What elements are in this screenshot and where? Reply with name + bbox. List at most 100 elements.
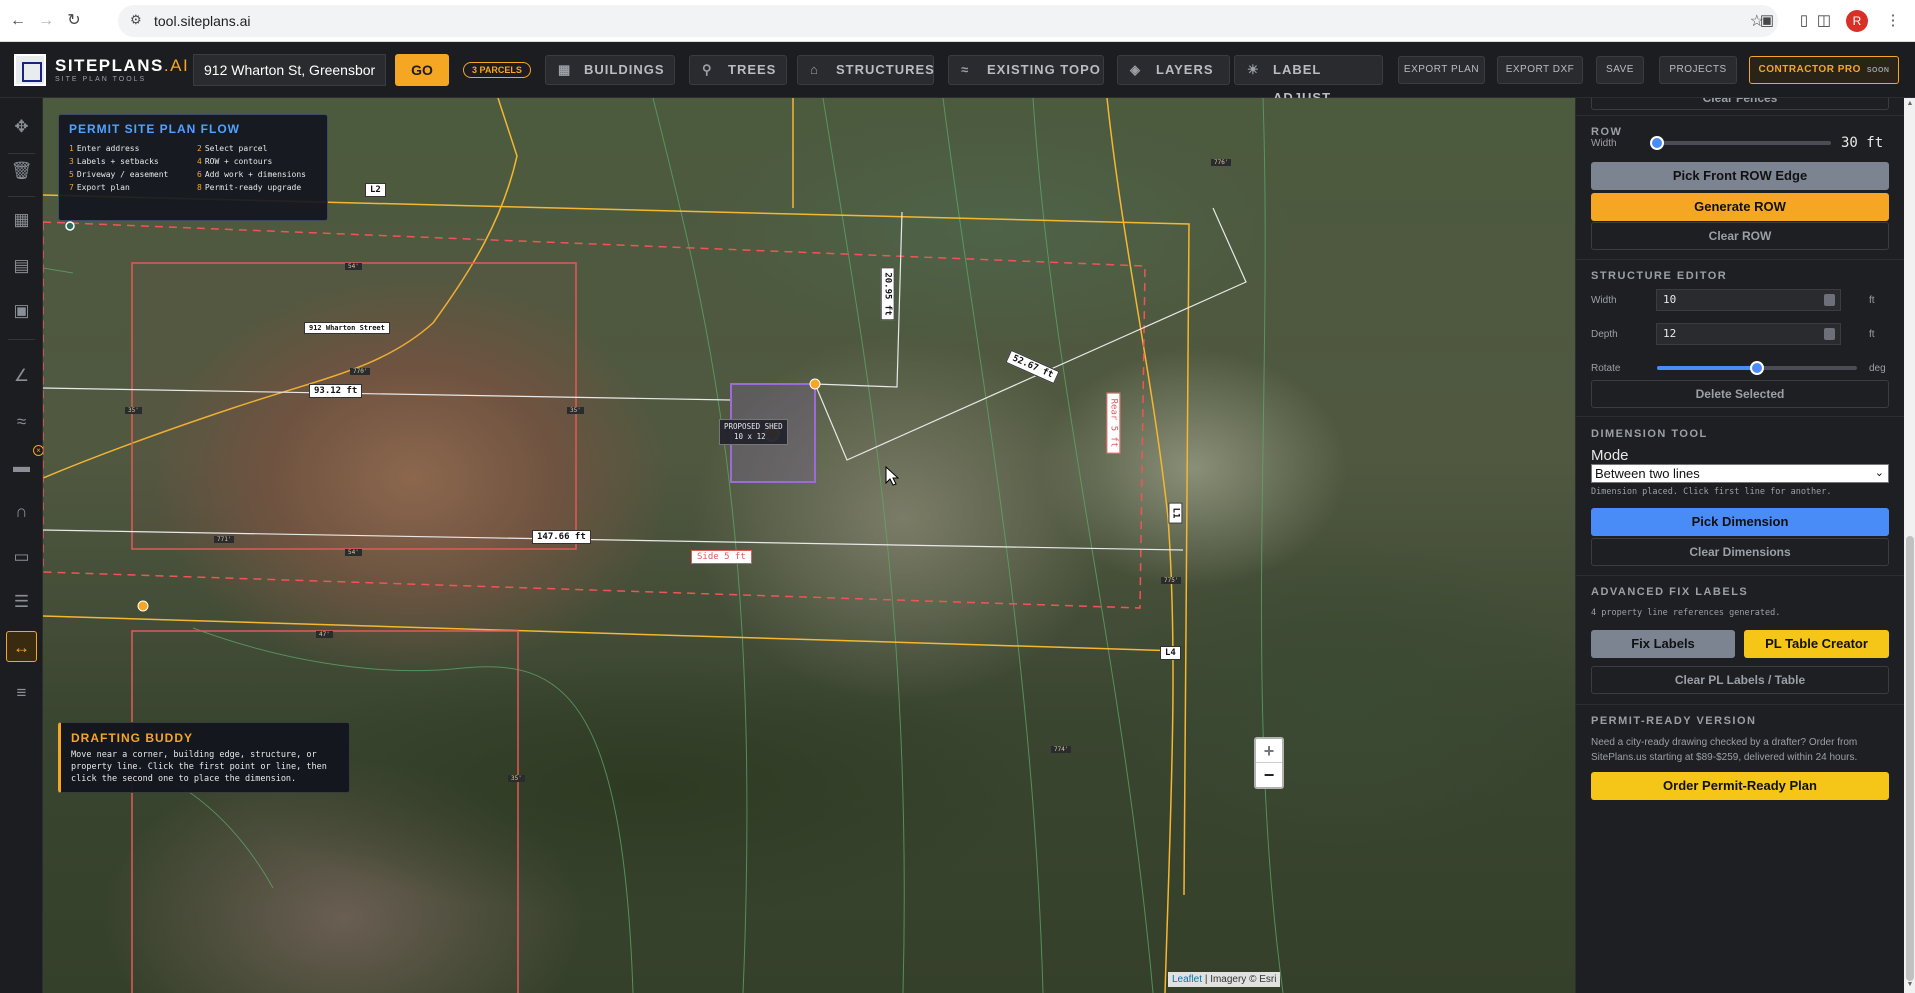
contour-label: 774' xyxy=(1051,746,1072,753)
trash-icon[interactable]: 🗑 xyxy=(6,155,37,186)
section-divider xyxy=(1576,575,1904,576)
flow-step-text: Enter address xyxy=(76,144,140,153)
fix-labels-button[interactable]: Fix Labels xyxy=(1591,630,1735,658)
export-plan-button[interactable]: EXPORT PLAN xyxy=(1398,56,1485,84)
clear-fences-button[interactable]: Clear Fences xyxy=(1591,98,1889,110)
zoom-in-button[interactable]: + xyxy=(1256,739,1282,763)
stepper-icon[interactable] xyxy=(1824,328,1835,340)
leaflet-link[interactable]: Leaflet xyxy=(1172,974,1202,985)
section-divider xyxy=(1576,259,1904,260)
pick-dimension-button[interactable]: Pick Dimension xyxy=(1591,508,1889,536)
address-input[interactable]: 912 Wharton St, Greensbor xyxy=(193,54,386,86)
contour-label: 776' xyxy=(1211,159,1232,166)
buddy-title: DRAFTING BUDDY xyxy=(71,731,193,745)
shed-corner-handle[interactable] xyxy=(809,378,821,390)
mode-select[interactable]: Between two lines ⌄ xyxy=(1591,464,1889,483)
trees-button[interactable]: ⚲ TREES xyxy=(689,55,787,85)
extensions-puzzle-icon[interactable]: ▯ xyxy=(1794,11,1814,31)
rear-setback-label[interactable]: Rear 5 ft xyxy=(1106,392,1121,454)
section-divider xyxy=(1576,115,1904,116)
dimension-label[interactable]: 93.12 ft xyxy=(309,384,363,398)
dimension-label[interactable]: 147.66 ft xyxy=(532,530,591,544)
map-canvas[interactable]: PERMIT SITE PLAN FLOW 1 Enter address 2 Se… xyxy=(43,98,1575,993)
clear-row-button[interactable]: Clear ROW xyxy=(1591,222,1889,250)
clear-pl-labels-button[interactable]: Clear PL Labels / Table xyxy=(1591,666,1889,694)
fence-tool-icon[interactable]: ☰ xyxy=(6,586,37,617)
back-arrow-icon[interactable]: ← xyxy=(8,11,28,31)
shed-size: 10 x 12 xyxy=(734,432,766,441)
contour-label: 47' xyxy=(316,631,333,638)
vertex-marker[interactable] xyxy=(65,221,75,231)
contour-label: 54' xyxy=(345,263,362,270)
document-icon[interactable]: ▤ xyxy=(6,250,37,281)
easement-tool-icon[interactable]: ▭ xyxy=(6,541,37,572)
rotate-slider[interactable] xyxy=(1657,361,1857,375)
labels-list-icon[interactable]: ≡ xyxy=(6,677,37,708)
rotate-slider-thumb[interactable] xyxy=(1750,361,1764,375)
order-permit-ready-button[interactable]: Order Permit-Ready Plan xyxy=(1591,772,1889,800)
clear-dimensions-button[interactable]: Clear Dimensions xyxy=(1591,538,1889,566)
depth-input[interactable]: 12 xyxy=(1656,323,1841,345)
shed-label[interactable]: PROPOSED SHED 10 x 12 xyxy=(719,419,788,445)
mode-select-value: Between two lines xyxy=(1595,466,1700,481)
generate-row-button[interactable]: Generate ROW xyxy=(1591,193,1889,221)
structures-button[interactable]: ⌂ STRUCTURES xyxy=(797,55,934,85)
dimension-label[interactable]: 20.95 ft xyxy=(880,267,895,321)
label-adjust-button[interactable]: ☀LABEL ADJUST xyxy=(1234,55,1383,105)
site-info-icon[interactable]: ⚙ xyxy=(130,12,142,28)
panel-scrollbar[interactable]: ▲ ▼ xyxy=(1904,98,1915,993)
scroll-up-icon[interactable]: ▲ xyxy=(1906,100,1914,108)
property-line-label[interactable]: L4 xyxy=(1160,646,1181,660)
zoom-out-button[interactable]: − xyxy=(1256,763,1282,787)
parcels-badge[interactable]: 3 PARCELS xyxy=(463,62,531,78)
contour-tool-icon[interactable]: ≈ xyxy=(6,406,37,437)
row-slider-thumb[interactable] xyxy=(1650,136,1664,150)
arch-tool-icon[interactable]: ∩ xyxy=(6,496,37,527)
move-tool-icon[interactable]: ✥ xyxy=(6,111,37,142)
row-section-title: ROW xyxy=(1591,126,1623,138)
layers-button[interactable]: ◈ LAYERS xyxy=(1117,55,1230,85)
layers-icon: ◈ xyxy=(1130,62,1141,77)
buildings-button[interactable]: ▦ BUILDINGS xyxy=(545,55,675,85)
reload-icon[interactable]: ↻ xyxy=(64,11,84,31)
delete-selected-button[interactable]: Delete Selected xyxy=(1591,380,1889,408)
slope-tool-icon[interactable]: ∠ xyxy=(6,360,37,391)
flow-step-num: 6 xyxy=(197,170,202,179)
projects-button[interactable]: PROJECTS xyxy=(1659,56,1737,84)
width-input[interactable]: 10 xyxy=(1656,289,1841,311)
app-header: SITEPLANS.AI SITE PLAN TOOLS 912 Wharton… xyxy=(0,42,1915,105)
flow-step-num: 7 xyxy=(69,183,74,192)
grid-icon[interactable]: ▦ xyxy=(6,204,37,235)
side-setback-label[interactable]: Side 5 ft xyxy=(691,550,752,564)
toolbar-divider xyxy=(8,196,35,197)
property-line-label[interactable]: L2 xyxy=(365,183,386,197)
scroll-down-icon[interactable]: ▼ xyxy=(1906,981,1914,989)
profile-avatar[interactable]: R xyxy=(1846,10,1868,32)
pl-table-creator-button[interactable]: PL Table Creator xyxy=(1744,630,1889,658)
export-dxf-button[interactable]: EXPORT DXF xyxy=(1497,56,1583,84)
dimension-status-note: Dimension placed. Click first line for a… xyxy=(1591,487,1832,497)
row-width-slider[interactable] xyxy=(1650,136,1831,150)
property-line-label[interactable]: L1 xyxy=(1168,502,1183,524)
logo-icon xyxy=(14,54,46,86)
buildings-icon: ▦ xyxy=(558,62,572,77)
contractor-pro-button[interactable]: CONTRACTOR PRO SOON xyxy=(1749,56,1899,84)
vertex-marker-orange[interactable] xyxy=(137,600,149,612)
go-button[interactable]: GO xyxy=(395,54,449,86)
pick-front-row-edge-button[interactable]: Pick Front ROW Edge xyxy=(1591,162,1889,190)
existing-topo-button[interactable]: ≈ EXISTING TOPO xyxy=(948,55,1104,85)
sidebar-icon[interactable]: ◫ xyxy=(1814,11,1834,31)
scrollbar-thumb[interactable] xyxy=(1906,536,1914,981)
extension-n-icon[interactable]: ▣ xyxy=(1757,11,1777,31)
forward-arrow-icon[interactable]: → xyxy=(36,11,56,31)
target-box-icon[interactable]: ▣ xyxy=(6,295,37,326)
driveway-tool-icon[interactable]: ▬ xyxy=(6,451,37,482)
dimension-tool-icon[interactable]: ↔ xyxy=(6,631,37,662)
address-bar[interactable]: ⚙ tool.siteplans.ai ☆ xyxy=(118,5,1778,37)
save-button[interactable]: SAVE xyxy=(1596,56,1644,84)
left-toolbar: ✥ 🗑 ▦ ▤ ▣ ∠ × ≈ ▬ ∩ ▭ ☰ ↔ ≡ xyxy=(0,98,44,993)
street-label[interactable]: 912 Wharton Street xyxy=(304,322,390,334)
menu-kebab-icon[interactable]: ⋮ xyxy=(1883,11,1903,31)
contour-label: 770' xyxy=(350,368,371,375)
stepper-icon[interactable] xyxy=(1824,294,1835,306)
